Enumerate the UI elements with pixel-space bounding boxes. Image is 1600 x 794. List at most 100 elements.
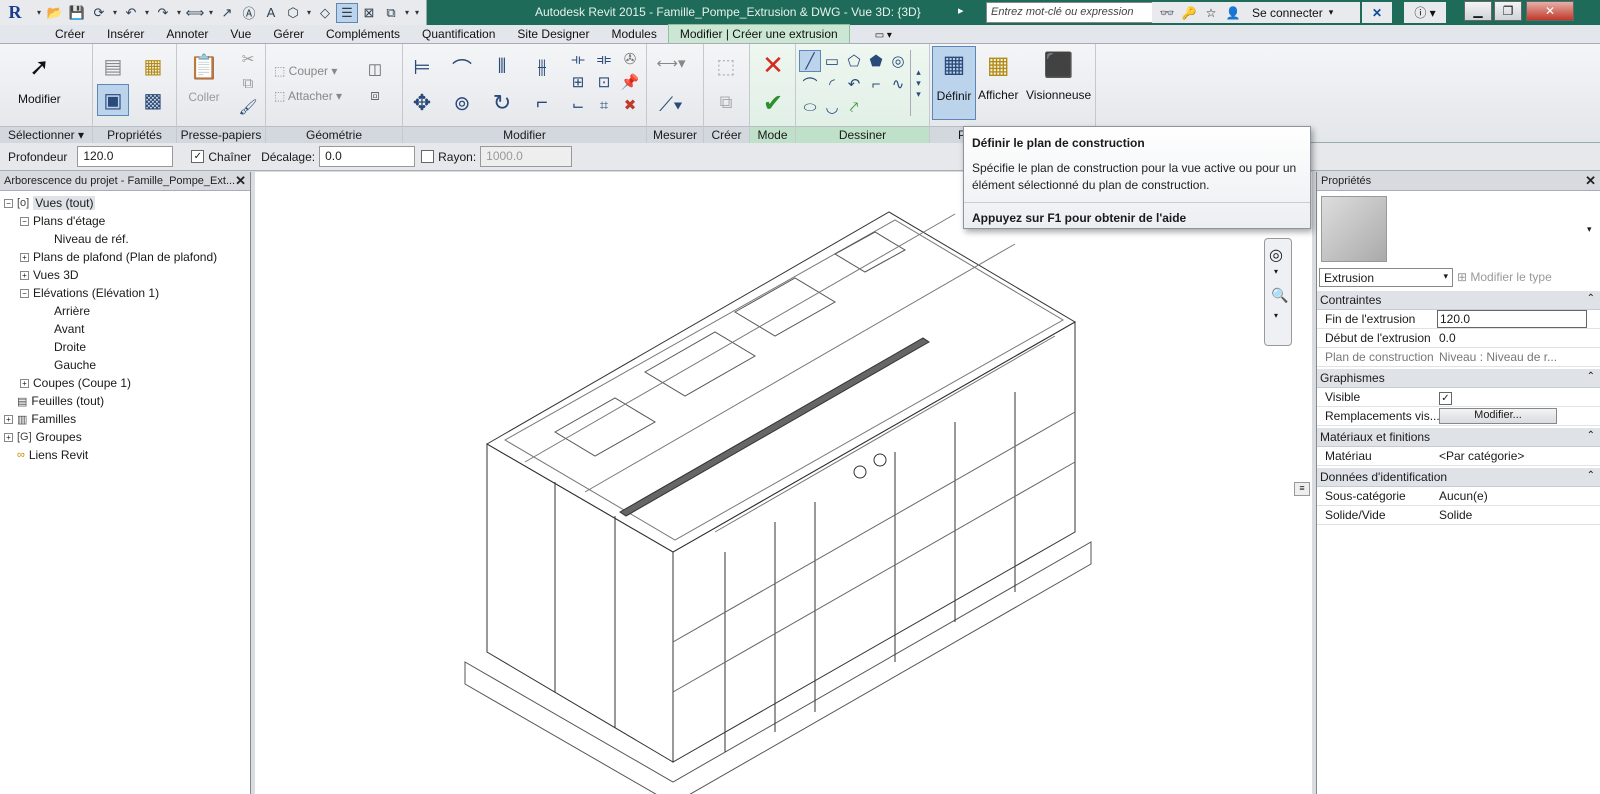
- move-icon[interactable]: ✥: [407, 88, 437, 118]
- zoom-dropdown-icon[interactable]: ▾: [1274, 311, 1278, 320]
- panel-select-label[interactable]: Sélectionner ▾: [0, 126, 92, 143]
- category-constraints[interactable]: Contraintes ⌃: [1317, 291, 1600, 310]
- tag-icon[interactable]: Ⓐ: [238, 3, 260, 23]
- sync-icon[interactable]: ⟳: [88, 3, 110, 23]
- join-geometry-button[interactable]: ⬚ Attacher ▾: [274, 89, 342, 103]
- pick-lines-icon[interactable]: ⤤: [843, 96, 865, 118]
- copy-icon[interactable]: ⧉: [237, 72, 259, 94]
- finish-edit-icon[interactable]: ✔: [758, 88, 788, 118]
- tab-inserer[interactable]: Insérer: [96, 25, 155, 43]
- delete-icon[interactable]: ✖: [619, 94, 641, 116]
- measure-distance-icon[interactable]: ⟷▾: [653, 52, 689, 74]
- tree-node-floor-plans[interactable]: − Plans d'étage: [20, 212, 105, 230]
- align-icon[interactable]: ⊨: [407, 52, 437, 82]
- workplane-viewer-button[interactable]: ⬛ Visionneuse: [1026, 48, 1091, 103]
- family-types-icon[interactable]: ▦: [137, 50, 169, 82]
- tab-vue[interactable]: Vue: [219, 25, 262, 43]
- sync-dropdown-icon[interactable]: ▾: [110, 8, 120, 17]
- expand-icon[interactable]: +: [20, 270, 29, 280]
- aligned-dimension-icon[interactable]: ⟋▾: [653, 90, 689, 120]
- search-input[interactable]: Entrez mot-clé ou expression: [986, 2, 1176, 23]
- 3d-view-dropdown-icon[interactable]: ▾: [304, 8, 314, 17]
- draw-rectangle-icon[interactable]: ▭: [821, 50, 843, 72]
- chain-checkbox[interactable]: ✓ Chaîner: [191, 150, 251, 164]
- steering-wheel-dropdown-icon[interactable]: ▾: [1274, 267, 1278, 276]
- save-icon[interactable]: 💾: [66, 3, 88, 23]
- binoculars-icon[interactable]: 👓: [1156, 6, 1178, 20]
- redo-dropdown-icon[interactable]: ▾: [174, 8, 184, 17]
- tree-node-views[interactable]: − [o] Vues (tout): [4, 194, 96, 212]
- user-icon[interactable]: 👤: [1222, 6, 1244, 20]
- 3d-viewport[interactable]: [255, 172, 1312, 794]
- tree-node-left[interactable]: Gauche: [54, 356, 96, 374]
- exchange-apps-icon[interactable]: ✕: [1362, 2, 1392, 23]
- trim-extend-icon[interactable]: ⌐: [527, 88, 557, 118]
- draw-start-end-arc-icon[interactable]: ⌒: [799, 73, 821, 95]
- section-icon[interactable]: ◇: [314, 3, 336, 23]
- measure-dropdown-icon[interactable]: ▾: [206, 8, 216, 17]
- type-gallery-dropdown-icon[interactable]: ▾: [1587, 224, 1592, 235]
- category-identity[interactable]: Données d'identification ⌃: [1317, 468, 1600, 487]
- expand-icon[interactable]: +: [4, 432, 13, 442]
- radius-checkbox[interactable]: Rayon:: [421, 150, 476, 164]
- draw-fillet-arc-icon[interactable]: ⌐: [865, 73, 887, 95]
- copy-element-icon[interactable]: ⊚: [447, 88, 477, 118]
- close-hidden-icon[interactable]: ⊠: [358, 3, 380, 23]
- extrusion-end-input[interactable]: 120.0: [1437, 310, 1587, 328]
- tab-modifier-extrusion[interactable]: Modifier | Créer une extrusion: [667, 24, 850, 43]
- show-workplane-button[interactable]: ▦ Afficher: [978, 48, 1018, 103]
- tree-node-right[interactable]: Droite: [54, 338, 86, 356]
- zoom-region-icon[interactable]: 🔍: [1271, 287, 1288, 304]
- close-properties-icon[interactable]: ✕: [1585, 173, 1596, 189]
- maximize-button[interactable]: ❐: [1494, 1, 1522, 21]
- thin-lines-icon[interactable]: ☰: [336, 2, 358, 23]
- modify-button[interactable]: ➚ Modifier: [18, 50, 61, 107]
- draw-partial-ellipse-icon[interactable]: ◡: [821, 96, 843, 118]
- scale-icon[interactable]: ⊡: [593, 71, 615, 93]
- cut-icon[interactable]: ✂: [237, 48, 259, 70]
- category-graphics[interactable]: Graphismes ⌃: [1317, 369, 1600, 388]
- set-workplane-button[interactable]: ▦ Définir: [932, 46, 976, 120]
- pin-icon[interactable]: 📌: [619, 71, 641, 93]
- radius-input[interactable]: 1000.0: [480, 146, 573, 167]
- tab-annoter[interactable]: Annoter: [155, 25, 219, 43]
- expand-icon[interactable]: +: [20, 252, 29, 262]
- type-selector[interactable]: Extrusion ▾: [1319, 268, 1453, 287]
- draw-circumscribed-polygon-icon[interactable]: ⬟: [865, 50, 887, 72]
- expand-icon[interactable]: +: [20, 378, 29, 388]
- collapse-icon[interactable]: −: [4, 198, 13, 208]
- split-face-icon[interactable]: ⧈: [364, 84, 386, 106]
- open-icon[interactable]: 📂: [44, 3, 66, 23]
- tree-node-groups[interactable]: + [G] Groupes: [4, 428, 82, 446]
- trim-single-icon[interactable]: ⌙: [567, 94, 589, 116]
- tree-node-sheets[interactable]: ▤ Feuilles (tout): [4, 392, 104, 410]
- tree-node-elevations[interactable]: − Elévations (Elévation 1): [20, 284, 159, 302]
- draw-inscribed-polygon-icon[interactable]: ⬠: [843, 50, 865, 72]
- redo-icon[interactable]: ↷: [152, 3, 174, 23]
- draw-tangent-arc-icon[interactable]: ↶: [843, 73, 865, 95]
- tree-node-3d-views[interactable]: + Vues 3D: [20, 266, 79, 284]
- properties-icon[interactable]: ▣: [97, 84, 129, 116]
- minimize-button[interactable]: ▁: [1464, 1, 1492, 21]
- subcategory-value[interactable]: Aucun(e): [1439, 489, 1589, 503]
- tab-quantification[interactable]: Quantification: [411, 25, 506, 43]
- collapse-icon[interactable]: −: [20, 288, 29, 298]
- mirror-draw-icon[interactable]: ⫵: [527, 52, 557, 82]
- tree-node-sections[interactable]: + Coupes (Coupe 1): [20, 374, 131, 392]
- visible-checkbox[interactable]: ✓: [1439, 390, 1589, 405]
- viewport-menu-icon[interactable]: ≡: [1294, 482, 1310, 496]
- tab-gerer[interactable]: Gérer: [262, 25, 315, 43]
- switch-windows-icon[interactable]: ⧉: [380, 3, 402, 23]
- offset-input[interactable]: 0.0: [319, 146, 416, 167]
- text-icon[interactable]: A: [260, 3, 282, 23]
- measure-icon[interactable]: ⟺: [184, 3, 206, 23]
- tab-site-designer[interactable]: Site Designer: [506, 25, 600, 43]
- draw-spline-icon[interactable]: ∿: [887, 73, 909, 95]
- draw-circle-icon[interactable]: ◎: [887, 50, 909, 72]
- array-icon[interactable]: ⊞: [567, 71, 589, 93]
- ribbon-minimize-icon[interactable]: ▭ ▾: [864, 28, 903, 43]
- revit-logo-icon[interactable]: R: [0, 0, 30, 25]
- category-materials[interactable]: Matériaux et finitions ⌃: [1317, 428, 1600, 447]
- offset-icon[interactable]: ⌒: [447, 52, 477, 82]
- extrusion-start-value[interactable]: 0.0: [1439, 331, 1589, 345]
